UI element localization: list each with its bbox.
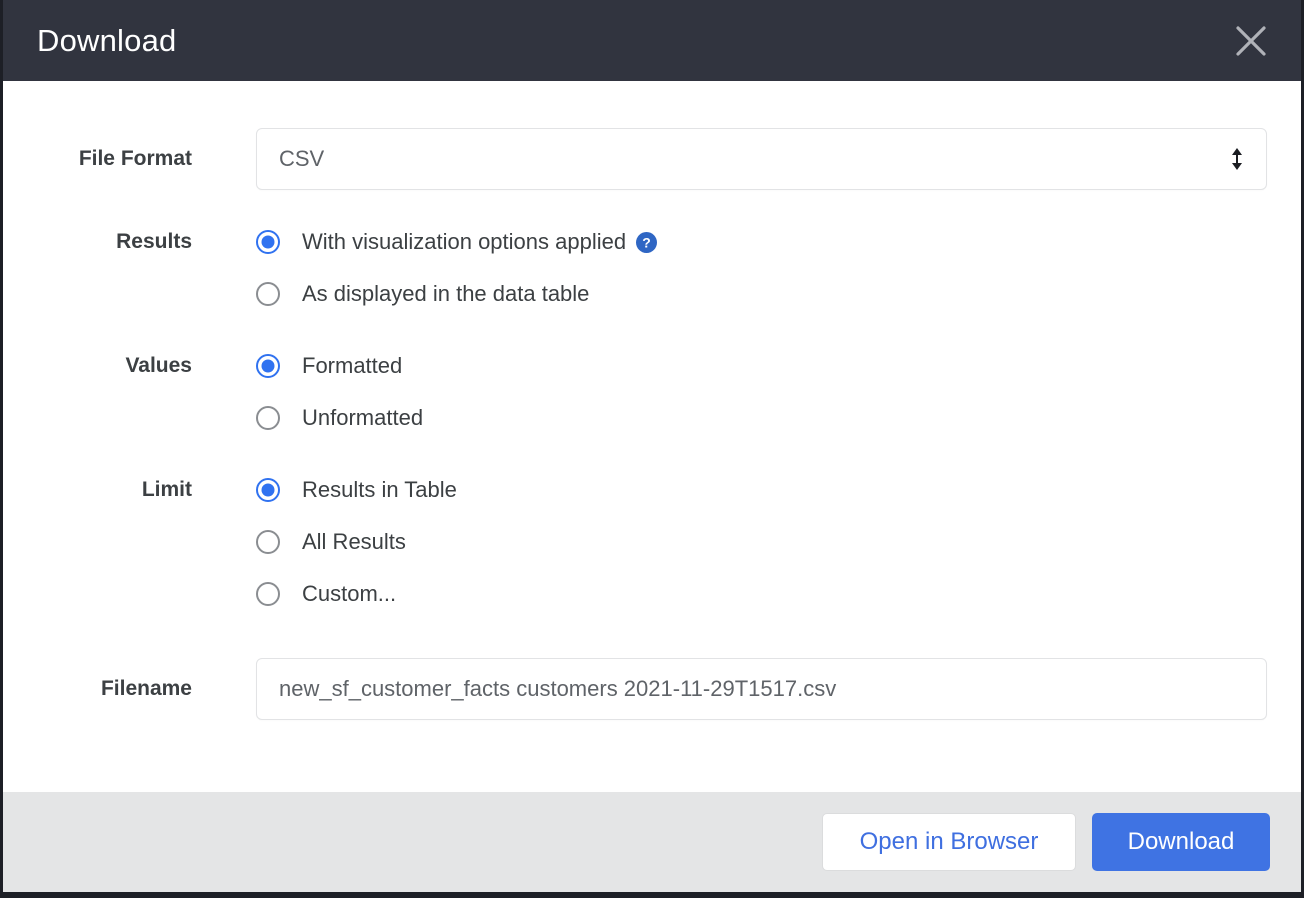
radio-values-unformatted[interactable]: Unformatted (256, 402, 1267, 434)
values-label: Values (3, 350, 192, 382)
form-row-values: Values Formatted Unformatted (3, 350, 1301, 434)
close-button[interactable] (1225, 15, 1277, 67)
radio-label: As displayed in the data table (302, 283, 589, 305)
radio-mark (256, 282, 280, 306)
radio-label: Unformatted (302, 407, 423, 429)
radio-mark (256, 530, 280, 554)
form-row-file-format: File Format CSV (3, 128, 1301, 190)
radio-limit-all-results[interactable]: All Results (256, 526, 1267, 558)
radio-label: All Results (302, 531, 406, 553)
radio-results-with-visualization[interactable]: With visualization options applied ? (256, 226, 1267, 258)
dialog-title: Download (37, 25, 176, 56)
up-down-arrow-icon (1230, 147, 1244, 171)
radio-mark (256, 230, 280, 254)
radio-values-formatted[interactable]: Formatted (256, 350, 1267, 382)
radio-limit-custom[interactable]: Custom... (256, 578, 1267, 610)
file-format-selected-value: CSV (279, 148, 324, 170)
limit-label: Limit (3, 474, 192, 506)
close-icon (1231, 21, 1271, 61)
radio-mark (256, 478, 280, 502)
radio-label: Formatted (302, 355, 402, 377)
download-dialog: Download File Format CSV (0, 0, 1304, 898)
results-radio-group: With visualization options applied ? As … (256, 226, 1267, 310)
radio-label: With visualization options applied (302, 231, 626, 253)
radio-mark (256, 582, 280, 606)
radio-label: Custom... (302, 583, 396, 605)
dialog-header: Download (3, 0, 1301, 81)
radio-label: Results in Table (302, 479, 457, 501)
radio-mark (256, 406, 280, 430)
results-control: With visualization options applied ? As … (256, 226, 1301, 310)
radio-mark (256, 354, 280, 378)
values-control: Formatted Unformatted (256, 350, 1301, 434)
limit-radio-group: Results in Table All Results Custom... (256, 474, 1267, 610)
form-row-filename: Filename (3, 658, 1301, 720)
filename-control (256, 658, 1301, 720)
radio-limit-results-in-table[interactable]: Results in Table (256, 474, 1267, 506)
open-in-browser-button[interactable]: Open in Browser (822, 813, 1076, 871)
limit-control: Results in Table All Results Custom... (256, 474, 1301, 610)
results-label: Results (3, 226, 192, 258)
dialog-body: File Format CSV Results (3, 81, 1301, 792)
form-row-results: Results With visualization options appli… (3, 226, 1301, 310)
radio-results-as-displayed[interactable]: As displayed in the data table (256, 278, 1267, 310)
filename-label: Filename (3, 658, 192, 720)
form-row-limit: Limit Results in Table All Results Custo… (3, 474, 1301, 610)
file-format-select[interactable]: CSV (256, 128, 1267, 190)
file-format-label: File Format (3, 128, 192, 190)
file-format-control: CSV (256, 128, 1301, 190)
values-radio-group: Formatted Unformatted (256, 350, 1267, 434)
dialog-footer: Open in Browser Download (3, 792, 1301, 892)
help-circle-icon[interactable]: ? (636, 232, 657, 253)
filename-input[interactable] (256, 658, 1267, 720)
svg-text:?: ? (642, 234, 651, 250)
download-button[interactable]: Download (1092, 813, 1270, 871)
